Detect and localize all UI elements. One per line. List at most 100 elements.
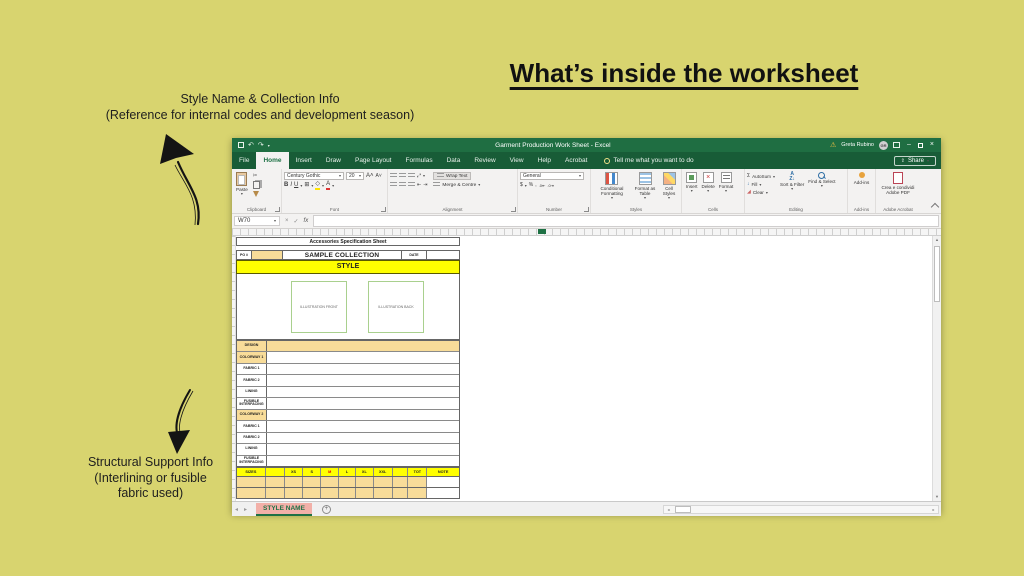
fill-color-icon[interactable]: ◇ [315, 181, 321, 190]
size-data-cell[interactable] [373, 477, 393, 487]
restore-button[interactable] [917, 142, 923, 148]
row-label-cell[interactable]: LINING [237, 386, 267, 398]
row-value-cell[interactable] [267, 398, 459, 408]
tab-review[interactable]: Review [467, 152, 502, 169]
addins-button[interactable]: Add-ins [850, 171, 873, 186]
row-value-cell[interactable] [267, 375, 459, 385]
size-data-cell[interactable] [284, 477, 304, 487]
row-value-cell[interactable] [267, 341, 459, 352]
caret-down-icon[interactable]: ▾ [268, 142, 270, 149]
close-button[interactable]: × [928, 141, 936, 149]
font-color-icon[interactable]: A [326, 181, 331, 190]
ribbon-display-options-icon[interactable] [893, 142, 900, 148]
horizontal-scrollbar[interactable]: ◂ ▸ [663, 505, 939, 514]
save-icon[interactable] [238, 142, 244, 148]
size-data-cell[interactable] [355, 488, 374, 498]
dialog-launcher-icon[interactable] [584, 207, 589, 212]
cut-icon[interactable]: ✂ [253, 173, 260, 179]
conditional-formatting-button[interactable]: Conditional Formatting ▾ [593, 171, 631, 204]
increase-indent-icon[interactable]: ⇥ [423, 182, 427, 189]
sheet-tab-style-name[interactable]: STYLE NAME [256, 502, 312, 516]
size-header-cell[interactable]: M [321, 468, 340, 476]
name-box[interactable]: W70 ▾ [234, 216, 280, 226]
row-value-cell[interactable] [267, 364, 459, 374]
row-value-cell[interactable] [267, 421, 459, 431]
copy-icon[interactable] [252, 181, 260, 189]
size-header-cell[interactable]: SIZES [237, 468, 266, 476]
align-top-icon[interactable] [390, 173, 397, 179]
tab-file[interactable]: File [232, 152, 256, 169]
row-label-cell[interactable]: FUSIBLE INTERFACING [237, 455, 267, 466]
tab-help[interactable]: Help [531, 152, 558, 169]
size-data-cell[interactable] [284, 488, 304, 498]
illustration-front-box[interactable]: ILLUSTRATION FRONT [291, 281, 347, 333]
comma-style-icon[interactable]: , [535, 182, 536, 189]
increase-font-icon[interactable]: A˄ [366, 173, 374, 180]
cancel-icon[interactable]: × [285, 218, 289, 225]
fill-button[interactable]: ↓ Fill ▾ [747, 181, 775, 188]
number-format-select[interactable]: General ▾ [520, 172, 584, 180]
tab-acrobat[interactable]: Acrobat [558, 152, 594, 169]
clear-button[interactable]: ◢ Clear ▾ [747, 189, 775, 196]
insert-function-icon[interactable]: fx [304, 218, 309, 225]
orientation-icon[interactable]: ⤢ [417, 173, 421, 180]
delete-cells-button[interactable]: Delete ▾ [700, 171, 717, 204]
row-label-cell[interactable]: FABRIC 1 [237, 421, 267, 432]
size-header-cell[interactable]: L [339, 468, 356, 476]
decrease-decimal-icon[interactable]: .0↠ [547, 182, 554, 189]
collapse-ribbon-icon[interactable] [930, 202, 940, 212]
row-label-cell[interactable]: DESIGN [237, 341, 267, 352]
vertical-scroll-thumb[interactable] [934, 246, 940, 302]
size-data-cell[interactable] [373, 488, 393, 498]
format-painter-icon[interactable] [252, 191, 259, 197]
size-header-cell[interactable]: TOT [408, 468, 428, 476]
row-label-cell[interactable]: FABRIC 2 [237, 375, 267, 386]
find-select-button[interactable]: Find & Select ▾ [806, 171, 837, 204]
collection-cell[interactable]: SAMPLE COLLECTION [283, 251, 402, 259]
size-data-cell[interactable] [408, 488, 428, 498]
vertical-scrollbar[interactable]: ▲ ▼ [932, 236, 941, 501]
size-data-cell[interactable] [303, 488, 322, 498]
row-value-cell[interactable] [267, 444, 459, 454]
row-label-cell[interactable]: COLORWAY 2 [237, 409, 267, 421]
size-data-cell[interactable] [265, 488, 285, 498]
size-data-cell[interactable] [237, 488, 266, 498]
scroll-down-icon[interactable]: ▼ [933, 493, 941, 501]
paste-button[interactable]: Paste ▾ [234, 171, 250, 204]
sheet-nav-left-icon[interactable]: ◂ [232, 506, 241, 513]
tab-draw[interactable]: Draw [319, 152, 348, 169]
size-data-cell[interactable] [392, 488, 409, 498]
row-label-cell[interactable]: FABRIC 1 [237, 363, 267, 375]
underline-button[interactable]: U [294, 182, 298, 189]
new-sheet-button[interactable]: + [321, 504, 331, 514]
undo-icon[interactable]: ↶ [248, 142, 254, 149]
font-size-select[interactable]: 20 ▾ [346, 172, 364, 180]
row-label-cell[interactable]: COLORWAY 1 [237, 352, 267, 363]
increase-decimal-icon[interactable]: .0↞ [539, 182, 546, 189]
warning-icon[interactable]: ⚠ [830, 142, 836, 149]
po-label-cell[interactable]: PO # [237, 251, 252, 259]
date-label-cell[interactable]: DATE [402, 251, 427, 259]
size-data-cell[interactable] [408, 477, 428, 487]
row-value-cell[interactable] [267, 456, 459, 466]
sort-filter-button[interactable]: A Z↓ Sort & Filter ▾ [778, 171, 806, 204]
size-data-cell[interactable] [339, 488, 356, 498]
size-header-cell[interactable]: XS [285, 468, 304, 476]
align-center-icon[interactable] [399, 182, 406, 188]
size-data-cell[interactable] [392, 477, 409, 487]
size-data-cell[interactable] [303, 477, 322, 487]
formula-input[interactable] [313, 215, 939, 227]
redo-icon[interactable]: ↷ [258, 142, 264, 149]
column-headers[interactable] [232, 229, 941, 236]
size-data-cell[interactable] [265, 477, 285, 487]
minimize-button[interactable]: – [905, 141, 913, 149]
percent-style-icon[interactable]: % [529, 182, 533, 189]
row-value-cell[interactable] [267, 433, 459, 443]
avatar[interactable]: GR [879, 140, 888, 150]
autosum-button[interactable]: Σ AutoSum ▾ [747, 173, 775, 180]
format-cells-button[interactable]: Format ▾ [717, 171, 736, 204]
italic-button[interactable]: I [290, 182, 292, 189]
enter-icon[interactable]: ✓ [294, 218, 299, 225]
borders-icon[interactable]: ⊞ [304, 182, 309, 189]
date-value-cell[interactable] [427, 251, 459, 259]
